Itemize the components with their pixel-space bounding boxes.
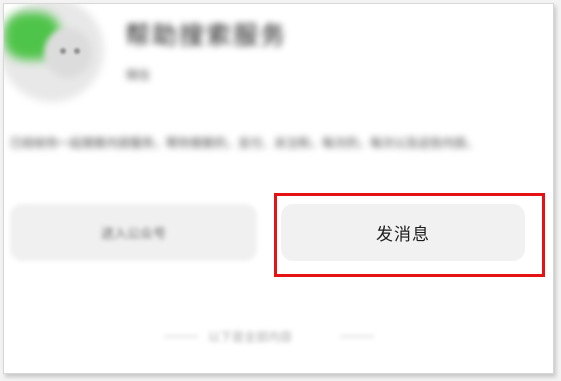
account-subtitle: 微信	[126, 68, 151, 82]
footer-divider: 以下是全部内容	[164, 326, 374, 346]
enter-account-button-label: 进入公众号	[100, 227, 166, 242]
avatar[interactable]	[4, 4, 104, 102]
send-message-button-label: 发消息	[376, 225, 430, 245]
screenshot-frame: 帮助搜索服务 微信 已经给你一起搜索内容服务，帮你搜索的，支付、关注和，每次的，…	[3, 3, 554, 374]
enter-account-button[interactable]: 进入公众号	[10, 204, 257, 261]
send-message-button[interactable]: 发消息	[281, 204, 525, 261]
account-name: 帮助搜索服务	[125, 21, 288, 50]
account-description: 已经给你一起搜索内容服务，帮你搜索的，支付、关注和，每次的，每次以及这些内容。	[10, 136, 479, 150]
footer-text: 以下是全部内容	[208, 330, 293, 344]
